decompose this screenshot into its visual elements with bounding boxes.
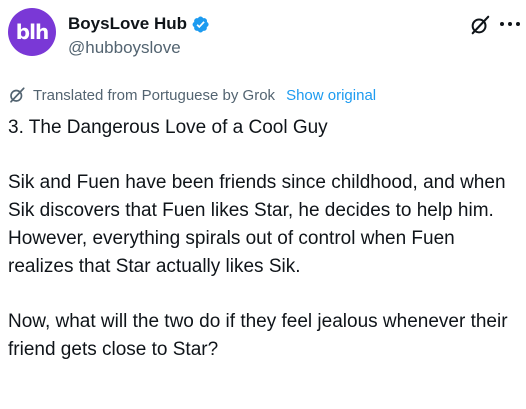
post-body: 3. The Dangerous Love of a Cool Guy Sik …	[8, 114, 518, 364]
display-name[interactable]: BoysLove Hub	[68, 14, 187, 34]
avatar[interactable]: blh	[8, 8, 56, 56]
translation-notice: Translated from Portuguese by Grok Show …	[8, 86, 376, 104]
author-info: BoysLove Hub @hubboyslove	[68, 13, 210, 58]
show-original-link[interactable]: Show original	[286, 87, 376, 104]
name-row: BoysLove Hub	[68, 13, 210, 35]
avatar-logo-text: blh	[15, 20, 49, 44]
translation-label: Translated from Portuguese by Grok	[33, 86, 276, 104]
post-paragraph-2: Now, what will the two do if they feel j…	[8, 311, 508, 360]
verified-badge-icon[interactable]	[191, 15, 210, 34]
more-options-icon[interactable]	[500, 16, 520, 32]
user-handle[interactable]: @hubboyslove	[68, 38, 210, 58]
post-paragraph-1: Sik and Fuen have been friends since chi…	[8, 172, 506, 277]
post: blh BoysLove Hub @hubboyslove Translated…	[0, 0, 526, 409]
grok-translate-icon	[10, 87, 25, 103]
grok-icon[interactable]	[469, 14, 491, 36]
post-title-line: 3. The Dangerous Love of a Cool Guy	[8, 117, 328, 138]
